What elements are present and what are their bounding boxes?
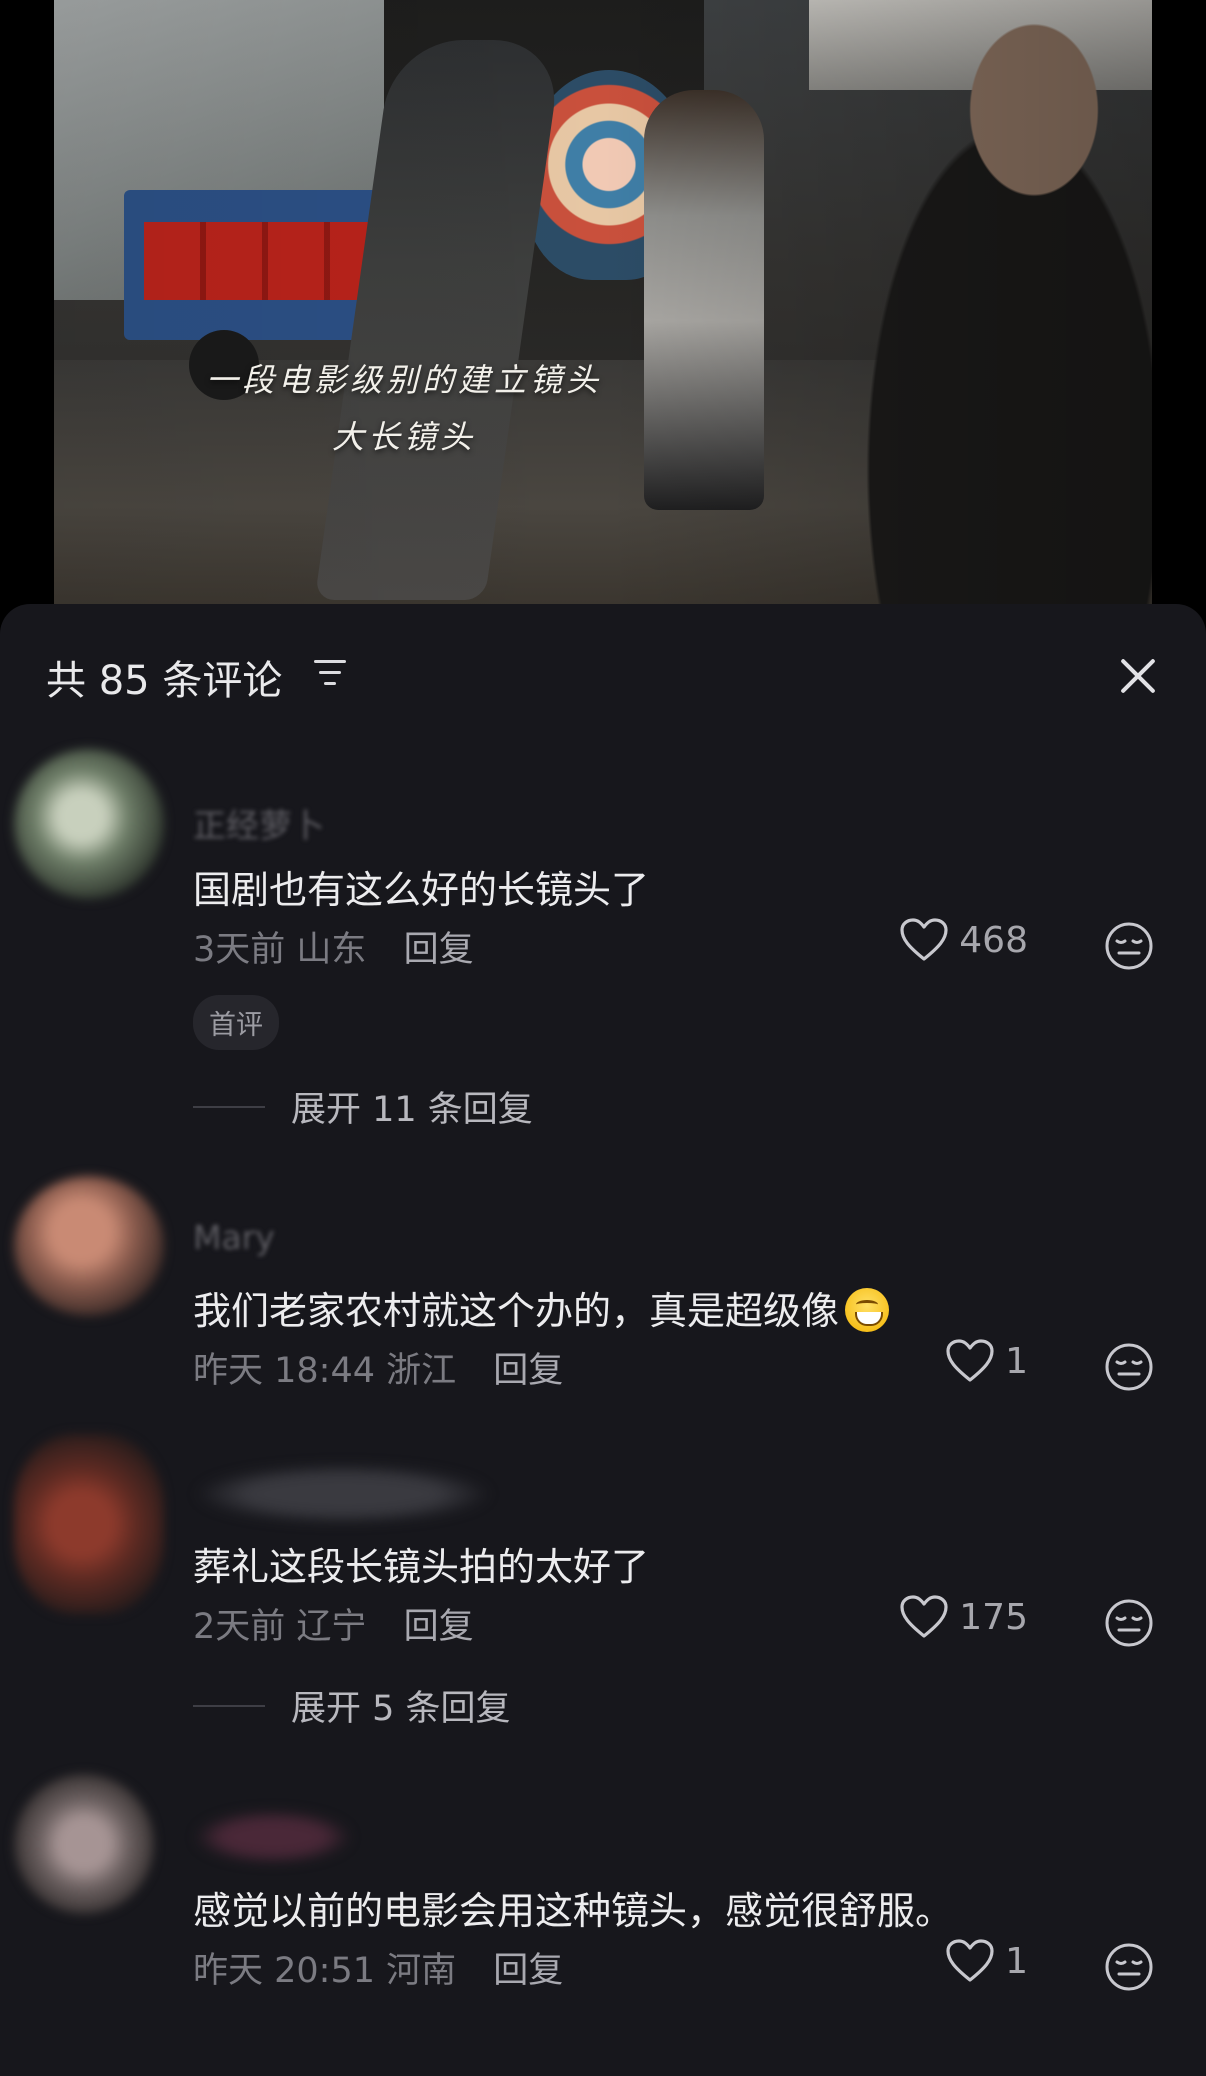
comment-meta: 昨天 20:51 河南 回复 — [193, 1942, 563, 1993]
like-count: 1 — [1005, 1940, 1028, 1982]
comment-meta: 3天前 山东 回复 — [193, 921, 474, 972]
neutral-face-icon[interactable] — [1104, 1942, 1154, 1992]
neutral-face-icon[interactable] — [1104, 1342, 1154, 1392]
neutral-face-icon[interactable] — [1104, 1598, 1154, 1648]
like-button[interactable]: 1 — [945, 1338, 1028, 1384]
comment-time: 昨天 20:51 — [193, 1951, 375, 1991]
like-count: 175 — [959, 1596, 1028, 1638]
heart-outline-icon — [900, 1595, 948, 1638]
like-button[interactable]: 468 — [899, 917, 1028, 963]
heart-outline-icon — [946, 1339, 994, 1382]
comment-time: 2天前 — [193, 1607, 286, 1647]
video-shade — [54, 0, 1152, 604]
expand-divider — [193, 1105, 265, 1108]
comment-text: 感觉以前的电影会用这种镜头，感觉很舒服。 — [193, 1889, 954, 1933]
comment-username-blurred[interactable] — [193, 1810, 353, 1864]
avatar[interactable] — [14, 1176, 164, 1316]
avatar[interactable] — [14, 1774, 154, 1914]
reply-button[interactable]: 回复 — [493, 1951, 563, 1991]
expand-replies-button[interactable]: 展开 5 条回复 — [193, 1680, 511, 1731]
comment-username-blurred[interactable] — [193, 1464, 493, 1524]
comment-time: 昨天 18:44 — [193, 1351, 375, 1391]
comment-text: 国剧也有这么好的长镜头了 — [193, 868, 650, 912]
comment-location: 河南 — [386, 1951, 457, 1991]
comment-location: 山东 — [296, 930, 367, 970]
avatar[interactable] — [14, 749, 164, 899]
close-icon[interactable] — [1114, 652, 1162, 700]
like-count: 468 — [959, 919, 1028, 961]
comment-username[interactable]: 正经萝卜 — [193, 799, 325, 847]
video-player[interactable]: 一段电影级别的建立镜头 大长镜头 — [54, 0, 1152, 604]
expand-divider — [193, 1704, 265, 1707]
comment-time: 3天前 — [193, 930, 286, 970]
heart-outline-icon — [946, 1939, 994, 1982]
neutral-face-icon[interactable] — [1104, 921, 1154, 971]
expand-replies-button[interactable]: 展开 11 条回复 — [193, 1081, 533, 1132]
expand-replies-label: 展开 5 条回复 — [291, 1689, 511, 1729]
comment-text-content: 我们老家农村就这个办的，真是超级像 — [193, 1289, 840, 1333]
video-subtitle-line1: 一段电影级别的建立镜头 — [205, 361, 602, 399]
reply-button[interactable]: 回复 — [404, 1607, 474, 1647]
comment-location: 辽宁 — [296, 1607, 367, 1647]
avatar[interactable] — [14, 1434, 164, 1614]
comment-location: 浙江 — [386, 1351, 457, 1391]
comment-text: 我们老家农村就这个办的，真是超级像 — [193, 1280, 890, 1335]
video-subtitle-line2: 大长镜头 — [331, 418, 476, 456]
like-count: 1 — [1005, 1340, 1028, 1382]
reply-button[interactable]: 回复 — [404, 930, 474, 970]
expand-replies-label: 展开 11 条回复 — [291, 1090, 533, 1130]
comment-meta: 昨天 18:44 浙江 回复 — [193, 1342, 563, 1393]
comment-text: 葬礼这段长镜头拍的太好了 — [193, 1545, 650, 1589]
heart-outline-icon — [900, 918, 948, 961]
first-comment-badge: 首评 — [193, 995, 279, 1050]
comment-username[interactable]: Mary — [193, 1218, 275, 1257]
like-button[interactable]: 1 — [945, 1938, 1028, 1984]
like-button[interactable]: 175 — [899, 1594, 1028, 1640]
grinning-face-emoji — [845, 1288, 890, 1332]
reply-button[interactable]: 回复 — [493, 1351, 563, 1391]
comment-count-title: 共 85 条评论 — [46, 658, 283, 704]
comment-sheet: 共 85 条评论 正经萝卜 国剧也有这么好的长镜头了 3天前 山东 回复 468… — [0, 604, 1206, 2076]
sort-filter-icon[interactable] — [314, 660, 348, 688]
comment-meta: 2天前 辽宁 回复 — [193, 1598, 474, 1649]
